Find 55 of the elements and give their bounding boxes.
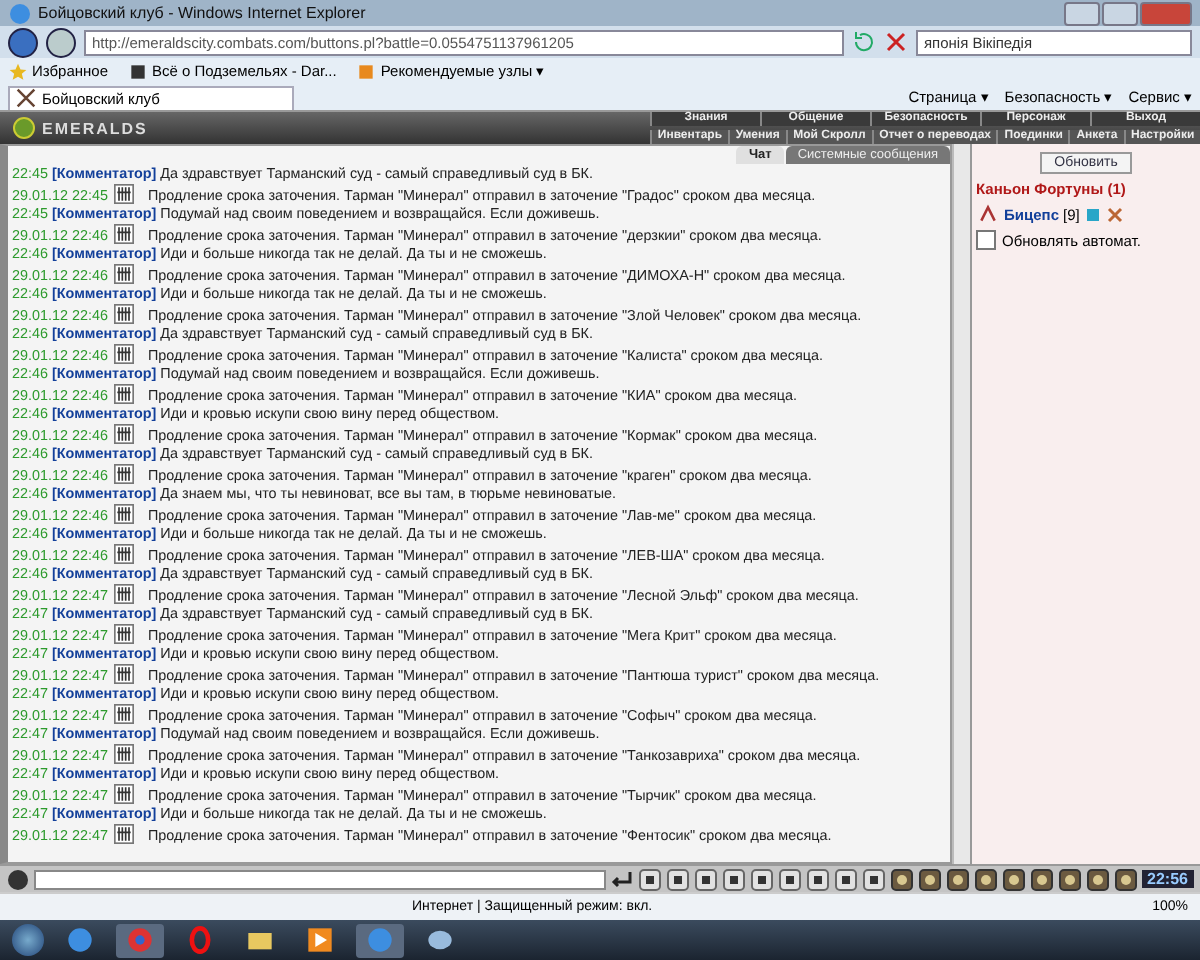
enter-icon[interactable]: [609, 867, 634, 891]
tool-icon[interactable]: [637, 867, 662, 891]
forward-button[interactable]: [46, 27, 76, 57]
bars-icon[interactable]: [111, 824, 136, 844]
item-icon[interactable]: [1113, 867, 1138, 891]
tool-icon[interactable]: [861, 867, 886, 891]
star-icon[interactable]: [8, 61, 28, 81]
bars-icon[interactable]: [111, 704, 136, 724]
back-button[interactable]: [8, 27, 38, 57]
item-icon[interactable]: [945, 867, 970, 891]
ring-icon[interactable]: [186, 926, 214, 954]
bars-icon[interactable]: [111, 504, 136, 524]
tool-icon[interactable]: [833, 867, 858, 891]
bars-icon[interactable]: [111, 744, 136, 764]
bars-icon[interactable]: [111, 544, 136, 564]
window-title: Бойцовский клуб - Windows Internet Explorer: [38, 4, 366, 22]
play-icon[interactable]: [306, 926, 334, 954]
item-icon[interactable]: [1029, 867, 1054, 891]
item-icon[interactable]: [1085, 867, 1110, 891]
tool-icon[interactable]: [721, 867, 746, 891]
scrollbar[interactable]: [952, 144, 970, 864]
bars-icon[interactable]: [111, 464, 136, 484]
minimize-button[interactable]: [1064, 1, 1100, 25]
item-icon[interactable]: [1057, 867, 1082, 891]
item-icon[interactable]: [1001, 867, 1026, 891]
chat-input[interactable]: [34, 869, 606, 889]
bars-icon[interactable]: [111, 784, 136, 804]
bars-icon[interactable]: [111, 664, 136, 684]
tool-icon[interactable]: [665, 867, 690, 891]
tool-icon[interactable]: [777, 867, 802, 891]
item-icon[interactable]: [889, 867, 914, 891]
bars-icon[interactable]: [111, 304, 136, 324]
close-icon[interactable]: [884, 30, 908, 54]
bars-icon[interactable]: [111, 264, 136, 284]
bars-icon[interactable]: [111, 624, 136, 644]
item-icon[interactable]: [917, 867, 942, 891]
browser-icon[interactable]: [66, 926, 94, 954]
start-button[interactable]: [12, 924, 44, 956]
page-icon[interactable]: [128, 61, 149, 81]
checkbox[interactable]: [976, 230, 996, 250]
cross-icon[interactable]: [1105, 205, 1124, 223]
maximize-button[interactable]: [1102, 1, 1138, 25]
tool-icon[interactable]: [693, 867, 718, 891]
bars-icon[interactable]: [111, 384, 136, 404]
item-icon[interactable]: [973, 867, 998, 891]
tool-icon[interactable]: [749, 867, 774, 891]
emblem-icon[interactable]: [12, 116, 36, 140]
bars-icon[interactable]: [111, 344, 136, 364]
game-clock: 22:56: [1141, 870, 1194, 888]
tool-icon[interactable]: [805, 867, 830, 891]
bars-icon[interactable]: [111, 424, 136, 444]
bars-icon[interactable]: [111, 224, 136, 244]
bars-icon[interactable]: [111, 184, 136, 204]
bars-icon[interactable]: [111, 584, 136, 604]
game-logo: EMERALDS: [42, 119, 148, 137]
